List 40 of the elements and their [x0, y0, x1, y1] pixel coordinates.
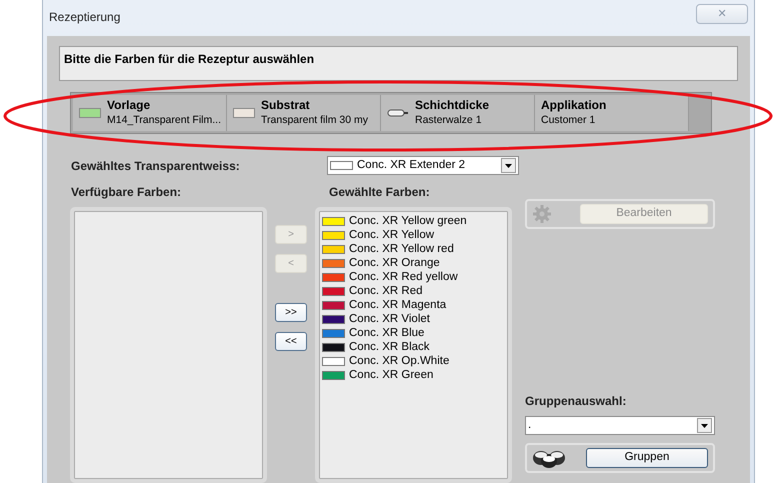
- groups-button[interactable]: Gruppen: [586, 448, 708, 468]
- bowls-icon: [532, 448, 566, 468]
- info-value: Rasterwalze 1: [415, 113, 483, 128]
- color-list-item[interactable]: Conc. XR Yellow green: [322, 214, 505, 228]
- color-list-item[interactable]: Conc. XR Orange: [322, 256, 505, 270]
- available-colors-list[interactable]: [70, 207, 267, 483]
- color-list-item[interactable]: Conc. XR Red yellow: [322, 270, 505, 284]
- color-list-item[interactable]: Conc. XR Black: [322, 340, 505, 354]
- info-title: Substrat: [261, 98, 311, 113]
- window-title: Rezeptierung: [49, 9, 120, 26]
- color-list-item[interactable]: Conc. XR Violet: [322, 312, 505, 326]
- info-title: Vorlage: [107, 98, 152, 113]
- info-title: Schichtdicke: [415, 98, 490, 113]
- color-list-item[interactable]: Conc. XR Magenta: [322, 298, 505, 312]
- list-label: Verfügbare Farben:: [71, 184, 182, 201]
- dropdown-arrow-icon: [701, 424, 708, 428]
- extender-dropdown[interactable]: Conc. XR Extender 2: [327, 156, 519, 175]
- dropdown-arrow-icon: [505, 164, 512, 168]
- color-list-item[interactable]: Conc. XR Green: [322, 368, 505, 382]
- transfer-button[interactable]: >>: [275, 303, 307, 322]
- color-list-item[interactable]: Conc. XR Blue: [322, 326, 505, 340]
- color-list-item[interactable]: Conc. XR Op.White: [322, 354, 505, 368]
- dropdown-value: Conc. XR Extender 2: [357, 158, 466, 173]
- transfer-button[interactable]: <<: [275, 332, 307, 351]
- info-value: Transparent film 30 my: [261, 113, 368, 128]
- info-value: M14_Transparent Film...: [107, 113, 221, 128]
- group-dropdown[interactable]: .: [525, 416, 715, 435]
- info-title: Applikation: [541, 98, 606, 113]
- list-label: Gewählte Farben:: [329, 184, 430, 201]
- selected-colors-list[interactable]: [315, 207, 512, 483]
- roller-icon: [387, 108, 409, 118]
- dropdown-value: .: [528, 418, 532, 433]
- gear-icon: [532, 204, 552, 224]
- field-label: Gewähltes Transparentweiss:: [71, 158, 241, 174]
- color-list-item[interactable]: Conc. XR Red: [322, 284, 505, 298]
- color-list-item[interactable]: Conc. XR Yellow: [322, 228, 505, 242]
- color-list-item[interactable]: Conc. XR Yellow red: [322, 242, 505, 256]
- instruction-box: Bitte die Farben für die Rezeptur auswählen: [59, 46, 738, 81]
- field-label: Gruppenauswahl:: [525, 393, 628, 410]
- info-value: Customer 1: [541, 113, 596, 128]
